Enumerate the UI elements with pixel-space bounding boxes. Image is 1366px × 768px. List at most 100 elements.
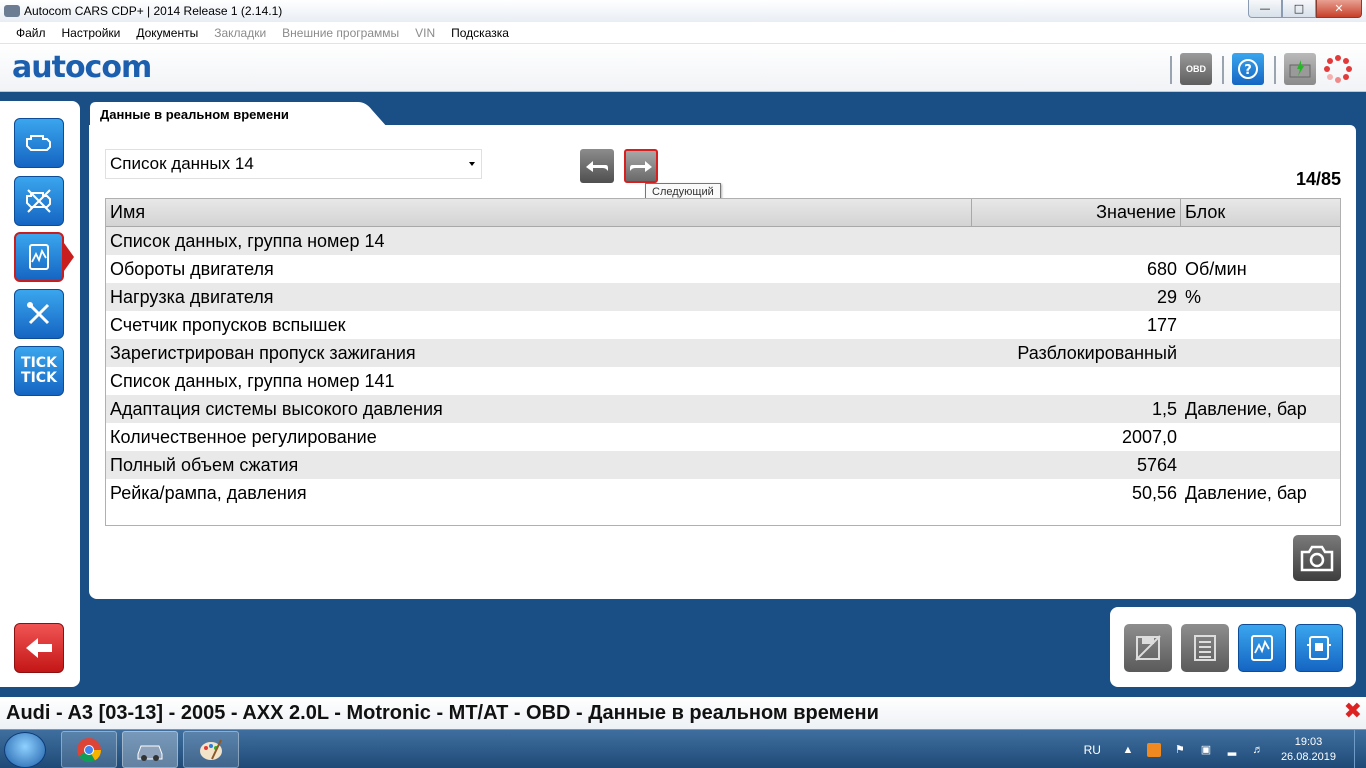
tray-flag-icon[interactable]: ⚑ <box>1173 743 1187 757</box>
tray-device-icon[interactable]: ▣ <box>1199 743 1213 757</box>
app-car-icon <box>4 5 20 17</box>
chevron-down-icon <box>469 162 475 166</box>
snapshot-button[interactable] <box>1293 535 1341 581</box>
arrow-left-icon <box>586 161 608 172</box>
tray-expand-icon[interactable]: ▲ <box>1121 743 1135 757</box>
camera-icon <box>1300 545 1334 572</box>
table-row[interactable]: Адаптация системы высокого давления 1,5 … <box>106 395 1340 423</box>
save-recording-button[interactable] <box>1124 624 1172 672</box>
taskbar-clock[interactable]: 19:03 26.08.2019 <box>1281 735 1336 765</box>
language-indicator[interactable]: RU <box>1084 743 1101 757</box>
start-button[interactable] <box>4 732 46 768</box>
clock-time: 19:03 <box>1294 735 1323 748</box>
obd-label: OBD <box>1186 64 1206 74</box>
floppy-disabled-icon <box>1135 635 1161 661</box>
cell-name: Нагрузка двигателя <box>110 286 274 307</box>
chip-icon <box>1307 636 1331 660</box>
menu-bar: Файл Настройки Документы Закладки Внешни… <box>0 22 1366 44</box>
active-indicator-arrow <box>64 243 74 271</box>
engine-button[interactable] <box>14 118 64 168</box>
table-row[interactable]: Полный объем сжатия 5764 <box>106 451 1340 479</box>
battery-icon <box>1289 60 1311 78</box>
cell-value: 2007,0 <box>1121 426 1177 447</box>
table-row[interactable]: Нагрузка двигателя 29 % <box>106 283 1340 311</box>
table-row[interactable]: Список данных, группа номер 141 <box>106 367 1340 395</box>
menu-vin[interactable]: VIN <box>407 26 443 40</box>
volume-icon[interactable]: ♬ <box>1251 743 1265 757</box>
list-icon <box>1194 635 1216 661</box>
battery-button[interactable] <box>1284 53 1316 85</box>
cell-value: 177 <box>1146 314 1177 335</box>
connection-status-button[interactable] <box>1322 53 1354 85</box>
table-row[interactable]: Рейка/рампа, давления 50,56 Давление, ба… <box>106 479 1340 507</box>
table-body: Список данных, группа номер 14 Обороты д… <box>106 227 1340 507</box>
cell-name: Обороты двигателя <box>110 258 274 279</box>
graph-view-button[interactable] <box>1238 624 1286 672</box>
table-row[interactable]: Список данных, группа номер 14 <box>106 227 1340 255</box>
data-list-select-value: Список данных 14 <box>110 154 254 173</box>
next-button[interactable] <box>624 149 658 183</box>
minimize-button[interactable]: — <box>1248 0 1282 18</box>
close-button[interactable]: ✕ <box>1316 0 1362 18</box>
vehicle-status-bar: Audi - A3 [03-13] - 2005 - AXX 2.0L - Mo… <box>0 697 1366 729</box>
maximize-button[interactable]: □ <box>1282 0 1316 18</box>
group-counter: 14/85 <box>1295 169 1341 189</box>
table-row[interactable]: Количественное регулирование 2007,0 <box>106 423 1340 451</box>
menu-settings[interactable]: Настройки <box>54 26 129 40</box>
chrome-icon <box>77 737 101 762</box>
taskbar-paint[interactable] <box>183 731 239 768</box>
taskbar-autocom[interactable] <box>122 731 178 768</box>
live-data-icon <box>29 244 49 270</box>
menu-documents[interactable]: Документы <box>128 26 206 40</box>
table-row[interactable]: Обороты двигателя 680 Об/мин <box>106 255 1340 283</box>
menu-file[interactable]: Файл <box>8 26 54 40</box>
help-icon: ? <box>1238 59 1258 79</box>
menu-external-programs[interactable]: Внешние программы <box>274 26 407 40</box>
help-button[interactable]: ? <box>1232 53 1264 85</box>
column-header-name[interactable]: Имя <box>106 199 972 226</box>
toolbar-separator <box>1170 56 1172 84</box>
vehicle-info: Audi - A3 [03-13] - 2005 - AXX 2.0L - Mo… <box>6 701 879 724</box>
back-button[interactable] <box>14 623 64 673</box>
cell-value: 680 <box>1146 258 1177 279</box>
live-data-button[interactable] <box>14 232 64 282</box>
cell-name: Полный объем сжатия <box>110 454 299 475</box>
tab-live-data[interactable]: Данные в реальном времени <box>100 107 289 122</box>
cell-name: Количественное регулирование <box>110 426 377 447</box>
windows-taskbar: RU ▲ ⚑ ▣ ▂ ♬ 19:03 26.08.2019 <box>0 729 1366 768</box>
cell-name: Список данных, группа номер 141 <box>110 370 395 391</box>
window-title: Autocom CARS CDP+ | 2014 Release 1 (2.14… <box>24 4 283 18</box>
list-view-button[interactable] <box>1181 624 1229 672</box>
cell-name: Зарегистрирован пропуск зажигания <box>110 342 416 363</box>
column-header-unit[interactable]: Блок <box>1181 199 1340 226</box>
data-list-select[interactable]: Список данных 14 <box>105 149 482 179</box>
menu-help[interactable]: Подсказка <box>443 26 517 40</box>
previous-button[interactable] <box>580 149 614 183</box>
cell-unit: Давление, бар <box>1185 398 1307 419</box>
table-row[interactable]: Счетчик пропусков вспышек 177 <box>106 311 1340 339</box>
obd-law-button[interactable]: OBD <box>1180 53 1212 85</box>
cell-value: 50,56 <box>1131 482 1177 503</box>
network-signal-icon[interactable]: ▂ <box>1225 743 1239 757</box>
component-test-button[interactable] <box>1295 624 1343 672</box>
car-icon <box>137 745 163 761</box>
table-row[interactable]: Зарегистрирован пропуск зажигания Разбло… <box>106 339 1340 367</box>
close-vehicle-icon[interactable]: ✖ <box>1344 699 1362 724</box>
toolbar-separator <box>1274 56 1276 84</box>
svg-text:?: ? <box>1244 63 1252 78</box>
engine-crossed-icon <box>26 189 51 213</box>
service-tools-button[interactable] <box>14 289 64 339</box>
engine-icon <box>26 135 51 151</box>
tray-app-icon[interactable] <box>1146 742 1161 757</box>
graph-icon <box>1251 635 1273 661</box>
taskbar-chrome[interactable] <box>61 731 117 768</box>
tick-tick-button[interactable]: TICK TICK <box>14 346 64 396</box>
live-data-table: Имя Значение Блок Список данных, группа … <box>105 198 1341 526</box>
cell-value: 1,5 <box>1151 398 1177 419</box>
autocom-logo: autocom <box>12 50 152 85</box>
menu-bookmarks[interactable]: Закладки <box>206 26 274 40</box>
column-header-value[interactable]: Значение <box>972 199 1181 226</box>
cell-name: Счетчик пропусков вспышек <box>110 314 346 335</box>
clear-codes-button[interactable] <box>14 176 64 226</box>
show-desktop-button[interactable] <box>1354 730 1366 768</box>
